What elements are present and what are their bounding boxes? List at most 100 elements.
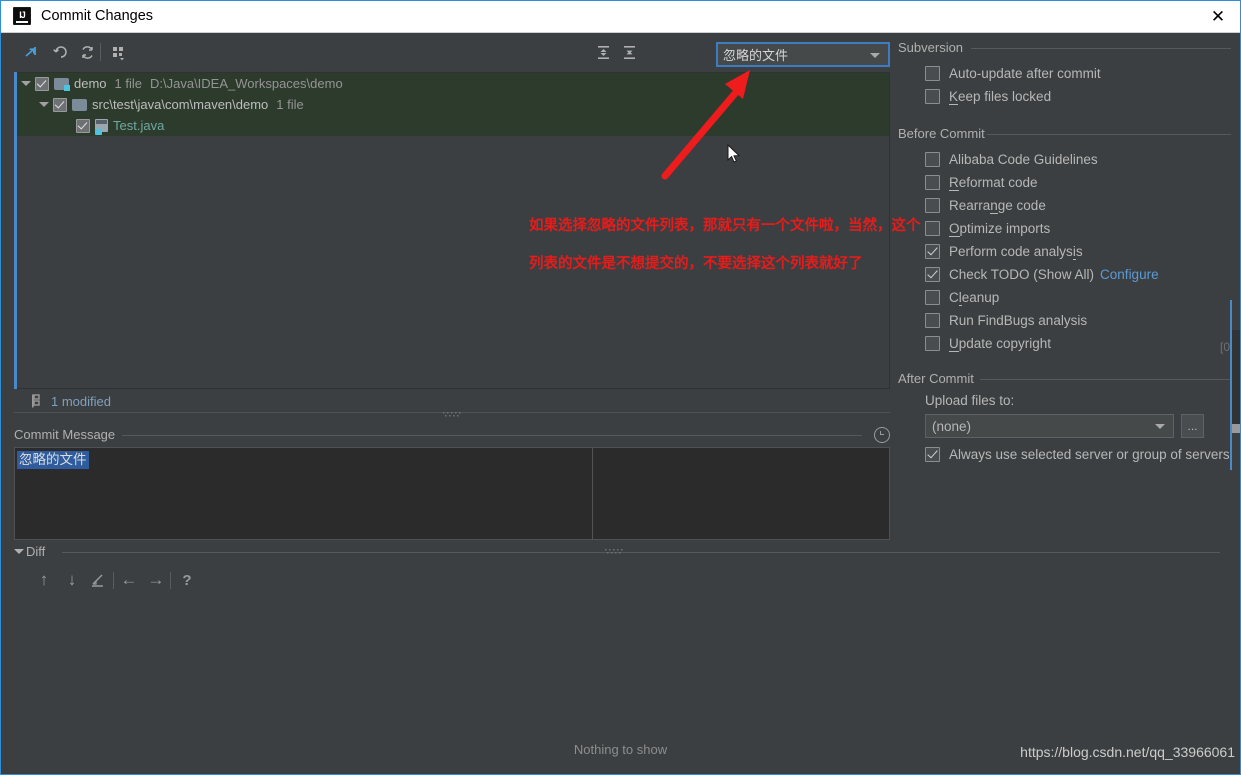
collapse-all-icon[interactable] xyxy=(616,39,642,65)
option-label: Update copyright xyxy=(949,336,1052,352)
divider xyxy=(122,435,862,436)
option-label: Perform code analysis xyxy=(949,244,1083,260)
file-checkbox[interactable] xyxy=(53,97,67,112)
close-icon[interactable]: ✕ xyxy=(1195,0,1241,32)
tree-node-label: Test.java xyxy=(113,118,165,133)
option-cleanup[interactable]: Cleanup xyxy=(898,286,1233,309)
checkbox[interactable] xyxy=(925,290,940,305)
chevron-down-icon xyxy=(870,53,880,58)
checkbox[interactable] xyxy=(925,66,940,81)
option-reformat-code[interactable]: Reformat code xyxy=(898,171,1233,194)
tree-node-meta: 1 file xyxy=(276,97,304,112)
checkbox[interactable] xyxy=(925,447,940,462)
option-label: Cleanup xyxy=(949,290,1000,306)
modified-count-label: 1 modified xyxy=(51,394,111,409)
diff-splitter-handle[interactable] xyxy=(605,549,623,554)
accept-left-icon[interactable]: ← xyxy=(116,566,142,594)
option-label: Optimize imports xyxy=(949,221,1051,237)
commit-message-label: Commit Message xyxy=(14,427,122,442)
upload-server-dropdown[interactable]: (none) xyxy=(925,414,1174,438)
intellij-idea-icon xyxy=(13,7,31,25)
table-row[interactable]: demo 1 file D:\Java\IDEA_Workspaces\demo xyxy=(15,73,889,94)
commit-message-input[interactable]: 忽略的文件 xyxy=(14,447,890,540)
accept-right-icon[interactable]: → xyxy=(143,566,169,594)
expand-all-icon[interactable] xyxy=(590,39,616,65)
option-always-use-selected-server[interactable]: Always use selected server or group of s… xyxy=(898,443,1233,466)
option-alibaba-code-guidelines[interactable]: Alibaba Code Guidelines xyxy=(898,148,1233,171)
tree-left-marker xyxy=(14,72,17,389)
folder-modified-icon xyxy=(54,77,70,91)
tree-node-label: demo xyxy=(74,76,107,91)
option-check-todo[interactable]: Check TODO (Show All) Configure xyxy=(898,263,1233,286)
chevron-down-icon xyxy=(1155,424,1165,429)
option-auto-update-after-commit[interactable]: Auto-update after commit xyxy=(898,62,1233,85)
tree-node-meta: 1 file xyxy=(114,76,142,91)
refresh-icon[interactable] xyxy=(74,39,100,65)
edit-source-icon[interactable] xyxy=(85,566,111,594)
annotation-text: 如果选择忽略的文件列表，那就只有一个文件啦，当然，这个列表的文件是不想提交的，不… xyxy=(529,218,921,272)
browse-servers-button[interactable]: ... xyxy=(1181,414,1204,438)
changelist-dropdown[interactable]: 忽略的文件 xyxy=(716,42,890,67)
show-diff-icon[interactable] xyxy=(18,39,44,65)
window-title: Commit Changes xyxy=(41,8,154,24)
option-keep-files-locked[interactable]: Keep files locked xyxy=(898,85,1233,108)
help-icon[interactable]: ? xyxy=(174,566,200,594)
configure-link[interactable]: Configure xyxy=(1100,267,1159,282)
option-update-copyright[interactable]: Update copyright xyxy=(898,332,1233,355)
option-rearrange-code[interactable]: Rearrange code xyxy=(898,194,1233,217)
previous-difference-icon[interactable]: ↑ xyxy=(31,566,57,594)
checkbox[interactable] xyxy=(925,89,940,104)
divider xyxy=(987,134,1231,135)
checkbox[interactable] xyxy=(925,175,940,190)
background-accent-line xyxy=(1230,300,1232,470)
commit-message-header: Commit Message xyxy=(14,427,890,443)
chevron-down-icon[interactable] xyxy=(39,102,49,107)
option-label: Keep files locked xyxy=(949,89,1052,105)
chevron-down-icon[interactable] xyxy=(21,81,31,86)
tree-node-path: D:\Java\IDEA_Workspaces\demo xyxy=(150,76,343,91)
right-margin-guide xyxy=(592,447,593,540)
commit-message-value: 忽略的文件 xyxy=(17,451,89,469)
scrollbar-thumb[interactable] xyxy=(1231,424,1240,433)
checkbox[interactable] xyxy=(925,336,940,351)
group-title: Subversion xyxy=(898,40,971,55)
group-header-after-commit: After Commit xyxy=(898,371,1233,387)
option-run-findbugs-analysis[interactable]: Run FindBugs analysis xyxy=(898,309,1233,332)
revert-icon[interactable] xyxy=(47,39,73,65)
commit-changes-window: Commit Changes ✕ xyxy=(0,0,1241,775)
clock-icon[interactable] xyxy=(874,427,890,443)
option-optimize-imports[interactable]: Optimize imports xyxy=(898,217,1233,240)
tree-status-bar: 1 modified xyxy=(14,392,890,412)
option-label: Alibaba Code Guidelines xyxy=(949,152,1098,167)
branch-icon xyxy=(32,394,40,408)
file-checkbox[interactable] xyxy=(76,118,90,133)
table-row[interactable]: Test.java xyxy=(15,115,889,136)
table-row[interactable]: src\test\java\com\maven\demo 1 file xyxy=(15,94,889,115)
divider xyxy=(62,552,1220,553)
diff-label: Diff xyxy=(26,544,46,559)
changelist-value: 忽略的文件 xyxy=(723,49,789,64)
watermark: https://blog.csdn.net/qq_33966061 xyxy=(1020,744,1235,760)
divider xyxy=(971,48,1231,49)
group-by-icon[interactable] xyxy=(105,39,131,65)
chevron-down-icon[interactable] xyxy=(14,549,24,554)
group-header-subversion: Subversion xyxy=(898,40,1233,56)
next-difference-icon[interactable]: ↓ xyxy=(59,566,85,594)
checkbox[interactable] xyxy=(925,313,940,328)
commit-options-panel: Subversion Auto-update after commit Keep… xyxy=(898,40,1233,466)
diff-toolbar: ↑ ↓ ← → ? xyxy=(14,566,1227,596)
window-title-bar: Commit Changes ✕ xyxy=(0,0,1241,33)
upload-server-value: (none) xyxy=(932,418,972,434)
checkbox[interactable] xyxy=(925,152,940,167)
option-label: Always use selected server or group of s… xyxy=(949,447,1230,462)
group-title: After Commit xyxy=(898,371,981,386)
divider xyxy=(980,379,1231,380)
group-header-before-commit: Before Commit xyxy=(898,126,1233,142)
horizontal-splitter-handle[interactable] xyxy=(443,412,461,417)
option-perform-code-analysis[interactable]: Perform code analysis xyxy=(898,240,1233,263)
option-label: Check TODO (Show All) xyxy=(949,267,1095,282)
file-checkbox[interactable] xyxy=(35,76,49,91)
background-editor-artifact xyxy=(1231,330,1240,425)
option-label: Rearrange code xyxy=(949,198,1046,214)
option-label: Reformat code xyxy=(949,175,1038,191)
